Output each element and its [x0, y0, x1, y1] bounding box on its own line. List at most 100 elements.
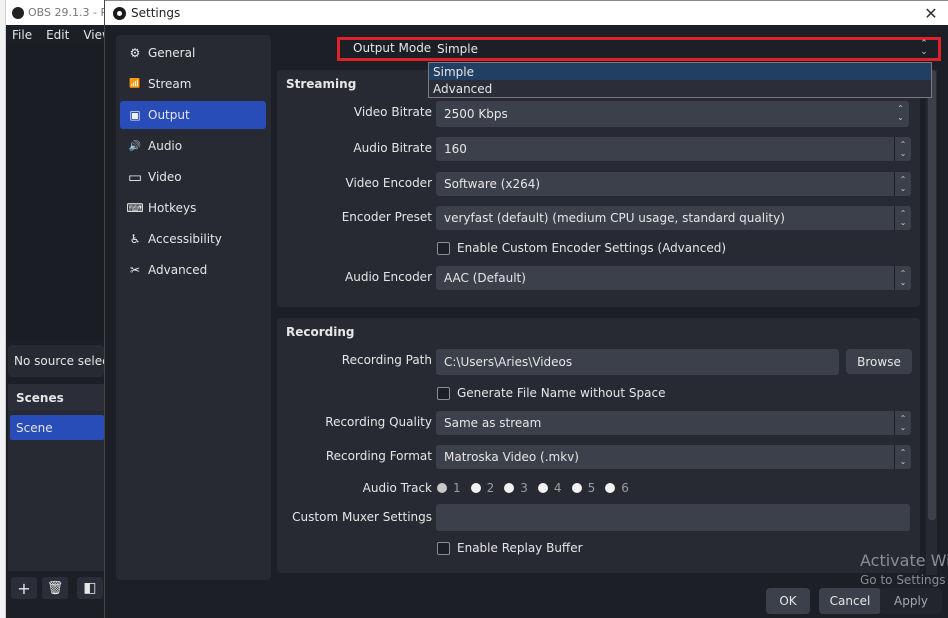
obs-menubar: File Edit View [6, 25, 112, 45]
sidebar-item-label: Video [148, 170, 182, 184]
sidebar-item-audio[interactable]: 🔊 Audio [120, 132, 266, 160]
recording-quality-select[interactable]: Same as stream ⌃ ⌄ [436, 411, 911, 435]
trash-icon[interactable]: 🗑 [42, 577, 68, 599]
dropdown-option-simple[interactable]: Simple [429, 63, 931, 80]
custom-encoder-checkbox-row[interactable]: Enable Custom Encoder Settings (Advanced… [437, 241, 726, 255]
sidebar-item-stream[interactable]: 📶 Stream [120, 70, 266, 98]
obs-titlebar: OBS 29.1.3 - Prof [6, 0, 110, 25]
filter-icon[interactable]: ◧ [77, 577, 103, 599]
recording-group: Recording Recording Path C:\Users\Aries\… [277, 318, 920, 573]
audio-track-radio-6[interactable]: 6 [605, 481, 629, 495]
spin-arrows-icon[interactable]: ⌃ ⌄ [892, 101, 909, 127]
audio-encoder-label: Audio Encoder [345, 270, 432, 284]
plus-icon[interactable]: + [11, 577, 37, 599]
sidebar-item-label: Audio [148, 139, 183, 153]
replay-buffer-checkbox-row[interactable]: Enable Replay Buffer [437, 541, 583, 555]
sidebar-item-label: Hotkeys [148, 201, 197, 215]
audio-track-radio-5[interactable]: 5 [571, 481, 595, 495]
radio-dot [504, 483, 515, 493]
browse-button[interactable]: Browse [846, 349, 912, 374]
encoder-preset-select[interactable]: veryfast (default) (medium CPU usage, st… [436, 206, 911, 230]
custom-encoder-label: Enable Custom Encoder Settings (Advanced… [457, 241, 727, 255]
radio-dot [537, 483, 548, 493]
scrollbar-thumb[interactable] [928, 70, 936, 520]
video-encoder-select[interactable]: Software (x264) ⌃ ⌄ [436, 172, 911, 196]
no-space-checkbox[interactable] [437, 386, 450, 400]
recording-title: Recording [286, 325, 355, 339]
chevron-updown-icon: ⌃ ⌄ [894, 137, 911, 161]
sidebar-item-label: Stream [148, 77, 192, 91]
custom-muxer-input[interactable] [436, 504, 910, 531]
menu-file[interactable]: File [12, 28, 32, 42]
radio-label: 1 [453, 481, 461, 495]
activate-windows-subtext: Go to Settings to activate Windows. [860, 573, 948, 587]
recording-quality-label: Recording Quality [325, 415, 432, 429]
recording-format-select[interactable]: Matroska Video (.mkv) ⌃ ⌄ [436, 445, 911, 469]
gear-icon: ⚙ [129, 46, 141, 60]
recording-path-value: C:\Users\Aries\Videos [444, 355, 573, 369]
video-encoder-label: Video Encoder [345, 176, 433, 190]
no-space-checkbox-row[interactable]: Generate File Name without Space [437, 386, 665, 400]
video-bitrate-spinbox[interactable]: 2500 Kbps ⌃ ⌄ [436, 101, 909, 127]
custom-encoder-checkbox[interactable] [437, 241, 450, 255]
sidebar-item-general[interactable]: ⚙ General [120, 39, 266, 67]
speaker-icon: 🔊 [128, 140, 142, 152]
recording-quality-value: Same as stream [444, 416, 542, 430]
audio-track-radio-4[interactable]: 4 [537, 481, 562, 495]
sidebar-item-video[interactable]: ▭ Video [120, 163, 266, 191]
sidebar-item-output[interactable]: ▣ Output [120, 101, 266, 129]
audio-bitrate-label: Audio Bitrate [353, 141, 432, 155]
radio-label: 4 [553, 481, 562, 495]
chevron-updown-icon: ⌃ ⌄ [894, 172, 911, 196]
scene-item[interactable]: Scene [10, 415, 104, 440]
settings-dialog: Settings ✕ ⚙ General 📶 Stream ▣ Output 🔊… [104, 0, 948, 618]
chevron-updown-icon: ⌃ ⌄ [894, 445, 911, 469]
menu-edit[interactable]: Edit [46, 28, 69, 42]
encoder-preset-value: veryfast (default) (medium CPU usage, st… [444, 211, 785, 225]
keyboard-icon: ⌨ [126, 201, 144, 215]
obs-logo-icon [113, 6, 126, 20]
audio-encoder-select[interactable]: AAC (Default) ⌃ ⌄ [436, 266, 911, 290]
sidebar-item-label: Accessibility [148, 232, 222, 246]
sidebar-item-advanced[interactable]: ✂ Advanced [120, 256, 266, 284]
chevron-updown-icon: ⌃ ⌄ [894, 266, 911, 290]
audio-track-radio-1[interactable]: 1 [437, 481, 461, 495]
sidebar-item-label: General [148, 46, 196, 60]
recording-format-label: Recording Format [325, 449, 432, 463]
audio-bitrate-value: 160 [444, 142, 467, 156]
output-mode-select[interactable]: Simple [437, 42, 478, 56]
chevron-updown-icon[interactable]: ⌃ ⌄ [917, 40, 931, 58]
tools-icon: ✂ [129, 263, 141, 277]
audio-bitrate-select[interactable]: 160 ⌃ ⌄ [436, 137, 911, 161]
audio-track-label: Audio Track [362, 481, 432, 495]
radio-dot [571, 483, 582, 493]
audio-encoder-value: AAC (Default) [444, 271, 526, 285]
obs-title: OBS 29.1.3 - Prof [28, 6, 110, 19]
obs-logo-icon [12, 6, 24, 19]
recording-path-input[interactable]: C:\Users\Aries\Videos [436, 349, 839, 375]
audio-track-radio-3[interactable]: 3 [504, 481, 528, 495]
monitor-icon: ▭ [127, 168, 143, 186]
settings-sidebar: ⚙ General 📶 Stream ▣ Output 🔊 Audio ▭ Vi… [116, 35, 271, 580]
streaming-group: Streaming Video Bitrate 2500 Kbps ⌃ ⌄ Aud… [277, 70, 920, 307]
activate-windows-watermark: Activate Windows [860, 551, 948, 570]
dialog-titlebar: Settings ✕ [105, 0, 948, 25]
radio-dot [470, 483, 481, 493]
replay-buffer-checkbox[interactable] [437, 541, 450, 555]
cancel-button[interactable]: Cancel [819, 588, 881, 614]
sidebar-item-hotkeys[interactable]: ⌨ Hotkeys [120, 194, 266, 222]
output-mode-label: Output Mode [353, 41, 432, 55]
radio-label: 6 [621, 481, 629, 495]
encoder-preset-label: Encoder Preset [341, 210, 432, 224]
radio-label: 2 [486, 481, 495, 495]
apply-button[interactable]: Apply [880, 588, 942, 614]
close-icon[interactable]: ✕ [921, 4, 941, 23]
audio-track-radio-2[interactable]: 2 [470, 481, 495, 495]
sidebar-item-label: Advanced [148, 263, 208, 277]
dropdown-option-advanced[interactable]: Advanced [429, 80, 931, 97]
dialog-title: Settings [131, 6, 181, 20]
radio-label: 3 [520, 481, 528, 495]
ok-button[interactable]: OK [766, 588, 810, 614]
sidebar-item-accessibility[interactable]: ♿ Accessibility [120, 225, 266, 253]
radio-dot [605, 483, 616, 493]
